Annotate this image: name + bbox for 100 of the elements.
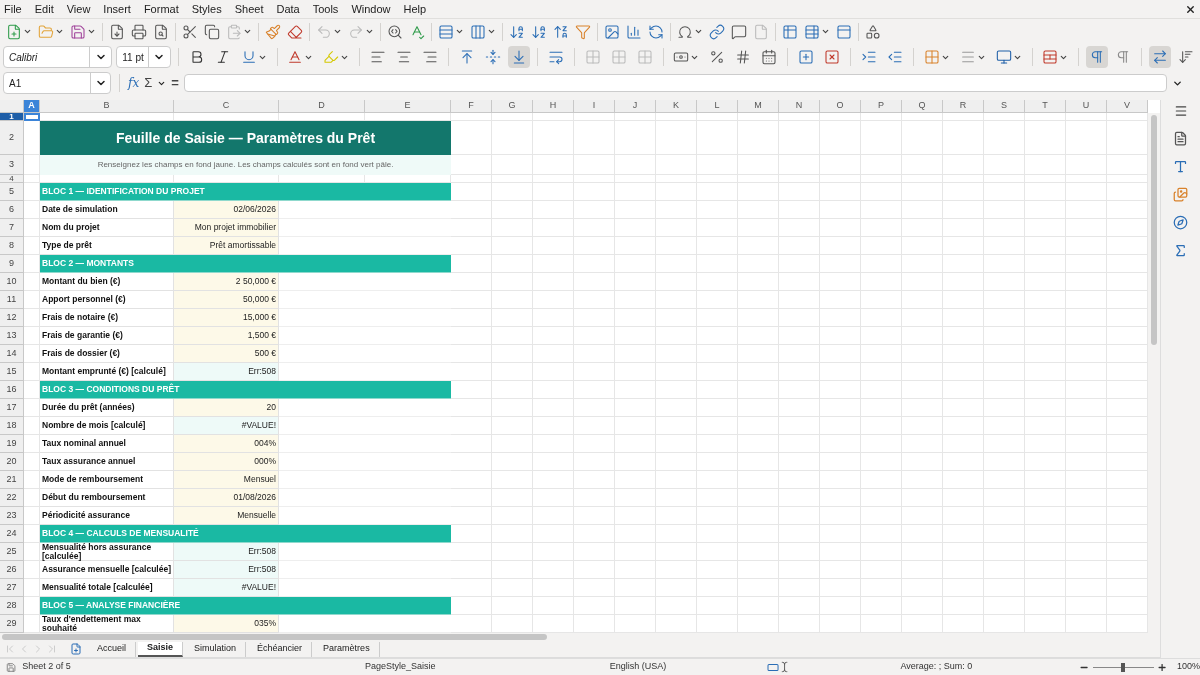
font-color-icon[interactable] bbox=[287, 49, 304, 65]
gallery-icon[interactable] bbox=[1173, 187, 1188, 202]
add-sheet-icon[interactable] bbox=[70, 643, 82, 655]
font-size-field[interactable]: 11 pt bbox=[116, 46, 171, 68]
functions-icon[interactable] bbox=[1173, 243, 1188, 258]
font-name-field[interactable]: Calibri bbox=[3, 46, 113, 68]
sheet-tab[interactable]: Accueil bbox=[88, 641, 136, 657]
sum-button[interactable]: Σ bbox=[144, 73, 153, 93]
menu-item[interactable]: Help bbox=[403, 0, 427, 18]
save-icon[interactable] bbox=[70, 23, 86, 40]
row-header[interactable]: 21 bbox=[0, 471, 24, 489]
sheet-nav-icon[interactable] bbox=[4, 643, 16, 655]
menu-item[interactable]: Tools bbox=[312, 0, 339, 18]
row-header[interactable]: 22 bbox=[0, 489, 24, 507]
row-header[interactable]: 28 bbox=[0, 597, 24, 615]
column-header[interactable]: R bbox=[943, 100, 984, 113]
vertical-scrollbar[interactable] bbox=[1148, 113, 1160, 633]
formula-button[interactable]: = bbox=[171, 73, 179, 93]
column-header[interactable]: K bbox=[656, 100, 697, 113]
field-value[interactable]: 035% bbox=[174, 615, 279, 633]
underline-icon[interactable] bbox=[240, 49, 257, 65]
row-header[interactable]: 3 bbox=[0, 155, 24, 175]
number-format-icon[interactable] bbox=[735, 49, 752, 65]
field-value[interactable]: 1,500 € bbox=[174, 327, 279, 345]
column-header[interactable]: L bbox=[697, 100, 738, 113]
caret-icon[interactable] bbox=[487, 27, 496, 36]
center-vertically-icon[interactable] bbox=[485, 49, 501, 65]
menu-item[interactable]: Window bbox=[351, 0, 391, 18]
comment-icon[interactable] bbox=[731, 23, 747, 40]
row-header[interactable]: 6 bbox=[0, 201, 24, 219]
row-icon[interactable] bbox=[438, 23, 454, 40]
caret-icon[interactable] bbox=[243, 27, 252, 36]
field-value[interactable]: Err:508 bbox=[174, 543, 279, 561]
row-header[interactable]: 17 bbox=[0, 399, 24, 417]
zoom-slider-thumb[interactable] bbox=[1121, 662, 1126, 672]
menu-item[interactable]: File bbox=[4, 0, 22, 18]
copy-icon[interactable] bbox=[204, 23, 220, 40]
delete-decimal-icon[interactable] bbox=[824, 49, 841, 65]
field-value[interactable]: 2 50,000 € bbox=[174, 273, 279, 291]
wrap-text-icon[interactable] bbox=[547, 49, 564, 65]
column-icon[interactable] bbox=[470, 23, 486, 40]
caret-icon[interactable] bbox=[333, 27, 342, 36]
field-value[interactable]: Mon projet immobilier bbox=[174, 219, 279, 237]
row-header[interactable]: 19 bbox=[0, 435, 24, 453]
row-header[interactable]: 7 bbox=[0, 219, 24, 237]
sheet-tab[interactable]: Saisie bbox=[138, 641, 184, 657]
row-header[interactable]: 29 bbox=[0, 615, 24, 633]
decrease-indent-icon[interactable] bbox=[886, 49, 903, 65]
caret-icon[interactable] bbox=[821, 27, 830, 36]
column-header[interactable]: S bbox=[984, 100, 1025, 113]
align-center-icon[interactable] bbox=[396, 49, 413, 65]
row-header[interactable]: 24 bbox=[0, 525, 24, 543]
name-box[interactable]: A1 bbox=[3, 72, 111, 94]
date-format-icon[interactable] bbox=[761, 49, 778, 65]
column-header[interactable]: M bbox=[738, 100, 779, 113]
find-replace-icon[interactable] bbox=[387, 23, 403, 40]
text-direction-icon[interactable] bbox=[1152, 49, 1168, 65]
row-header[interactable]: 13 bbox=[0, 327, 24, 345]
row-header[interactable]: 11 bbox=[0, 291, 24, 309]
clone-formatting-icon[interactable] bbox=[265, 23, 281, 40]
caret-icon[interactable] bbox=[694, 27, 703, 36]
spelling-icon[interactable] bbox=[409, 23, 425, 40]
caret-icon[interactable] bbox=[365, 27, 374, 36]
properties-icon[interactable] bbox=[1173, 131, 1188, 146]
caret-icon[interactable] bbox=[87, 27, 96, 36]
special-character-icon[interactable] bbox=[677, 23, 693, 40]
align-bottom-icon[interactable] bbox=[511, 49, 527, 65]
image-icon[interactable] bbox=[604, 23, 620, 40]
column-header[interactable]: F bbox=[451, 100, 492, 113]
caret-icon[interactable] bbox=[23, 27, 32, 36]
menu-item[interactable]: Styles bbox=[191, 0, 222, 18]
row-header[interactable]: 9 bbox=[0, 255, 24, 273]
sort-descending-icon[interactable] bbox=[553, 23, 569, 40]
sheet-nav-icon[interactable] bbox=[46, 643, 58, 655]
column-header[interactable]: A bbox=[24, 100, 40, 113]
sheet-tab[interactable]: Échéancier bbox=[248, 641, 313, 657]
row-header[interactable]: 20 bbox=[0, 453, 24, 471]
field-value[interactable]: 50,000 € bbox=[174, 291, 279, 309]
column-header[interactable]: N bbox=[779, 100, 820, 113]
field-value[interactable]: #VALUE! bbox=[174, 579, 279, 597]
formula-input[interactable] bbox=[183, 74, 1167, 92]
row-header[interactable]: 16 bbox=[0, 381, 24, 399]
align-right-icon[interactable] bbox=[422, 49, 439, 65]
row-header[interactable]: 27 bbox=[0, 579, 24, 597]
column-header[interactable]: I bbox=[574, 100, 615, 113]
row-header[interactable]: 10 bbox=[0, 273, 24, 291]
row-header[interactable]: 4 bbox=[0, 175, 24, 183]
export-pdf-icon[interactable] bbox=[109, 23, 125, 40]
sheet-tab[interactable]: Paramètres bbox=[314, 641, 380, 657]
selected-cell[interactable] bbox=[24, 113, 40, 121]
column-header[interactable]: B bbox=[40, 100, 174, 113]
row-header[interactable]: 12 bbox=[0, 309, 24, 327]
sort-icon[interactable] bbox=[509, 23, 525, 40]
field-value[interactable]: 02/06/2026 bbox=[174, 201, 279, 219]
column-header[interactable]: G bbox=[492, 100, 533, 113]
menu-item[interactable]: Sheet bbox=[234, 0, 264, 18]
column-header[interactable]: J bbox=[615, 100, 656, 113]
menu-item[interactable]: Insert bbox=[103, 0, 131, 18]
merge-center-icon[interactable] bbox=[610, 49, 627, 65]
row-header[interactable]: 23 bbox=[0, 507, 24, 525]
